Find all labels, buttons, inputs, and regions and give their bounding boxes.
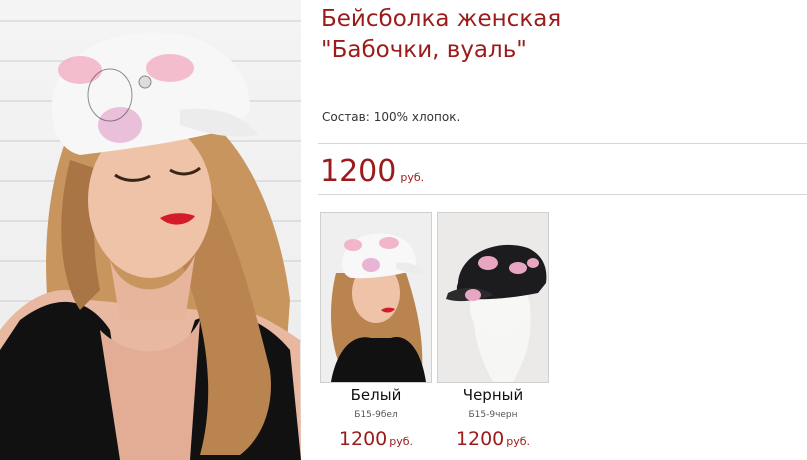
- woman-in-white-cap-photo-icon: [0, 32, 301, 460]
- product-price-value: 1200: [320, 154, 397, 189]
- variant-white-price: 1200 руб.: [320, 428, 432, 450]
- variant-white-thumbnail[interactable]: [320, 212, 432, 383]
- product-price-currency: руб.: [400, 171, 425, 184]
- variant-black[interactable]: Черный Б15-9черн 1200 руб.: [437, 212, 549, 450]
- variant-black-thumbnail[interactable]: [437, 212, 549, 383]
- variant-black-price-currency: руб.: [506, 435, 531, 448]
- product-composition: Состав: 100% хлопок.: [322, 110, 460, 124]
- product-title: Бейсболка женская "Бабочки, вуаль": [321, 4, 791, 66]
- divider-bottom: [318, 194, 807, 195]
- variant-black-name: Черный: [462, 386, 524, 404]
- composition-label: Состав:: [322, 110, 370, 124]
- variant-white[interactable]: Белый Б15-9бел 1200 руб.: [320, 212, 432, 450]
- variant-black-price: 1200 руб.: [437, 428, 549, 450]
- product-title-line-2: "Бабочки, вуаль": [321, 37, 527, 63]
- black-cap-photo-icon: [438, 213, 548, 382]
- variant-white-sku: Б15-9бел: [354, 410, 398, 420]
- variant-white-price-value: 1200: [338, 428, 388, 450]
- product-title-line-1: Бейсболка женская: [321, 6, 562, 32]
- variant-white-name: Белый: [350, 386, 402, 404]
- white-cap-photo-icon: [321, 213, 431, 382]
- variant-white-price-currency: руб.: [389, 435, 414, 448]
- variant-black-sku: Б15-9черн: [468, 410, 518, 420]
- composition-value: 100% хлопок.: [373, 110, 461, 124]
- main-product-photo: [0, 0, 301, 460]
- variant-black-price-value: 1200: [455, 428, 505, 450]
- product-price: 1200 руб.: [320, 152, 424, 192]
- divider-top: [318, 143, 807, 144]
